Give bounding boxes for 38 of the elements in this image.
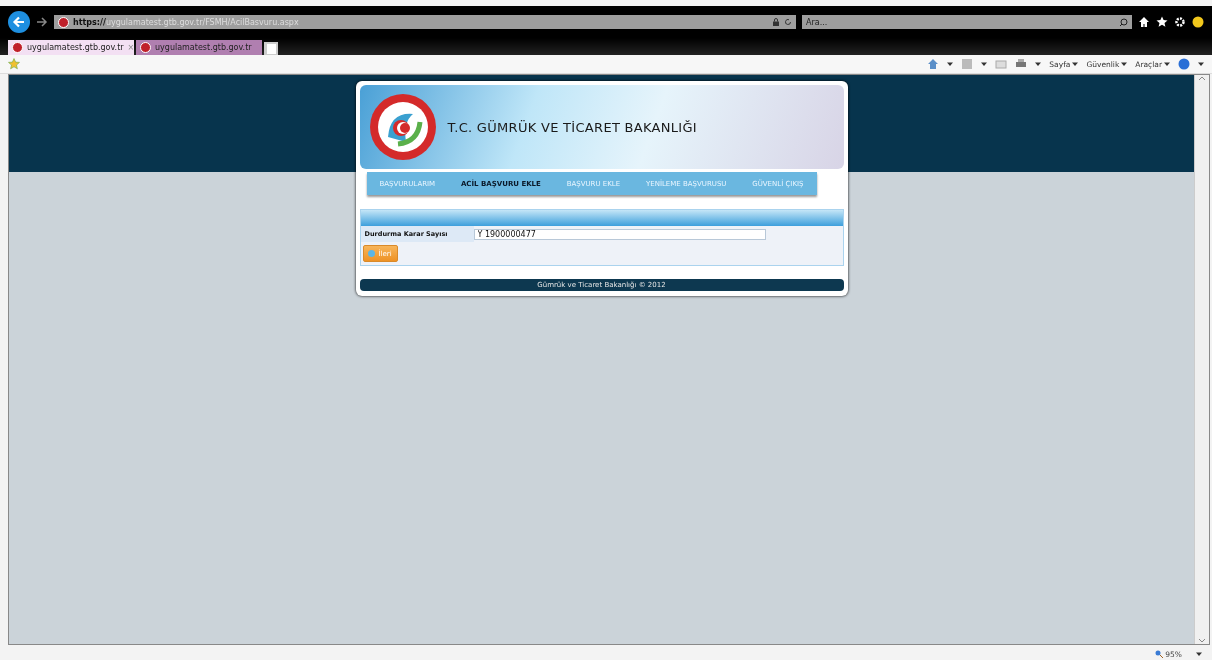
settings-icon[interactable] [1174,16,1186,28]
browser-tab[interactable]: uygulamatest.gtb.gov.tr × [8,40,134,55]
browser-tab[interactable]: uygulamatest.gtb.gov.tr [136,40,262,55]
dropdown-caret-icon [1035,61,1042,67]
help-icon[interactable] [1178,58,1190,70]
scroll-up-icon[interactable] [1198,75,1206,83]
input-field[interactable]: Y 1900000477 [473,228,766,240]
home-icon[interactable] [1138,16,1150,28]
address-bar[interactable]: https://uygulamatest.gtb.gov.tr/FSMH/AcilBasvuru.aspx [54,15,796,29]
dropdown-caret-icon [1072,61,1079,67]
favicon-icon [140,42,151,53]
dropdown-caret-icon [1164,61,1170,67]
dropdown-caret-icon [947,61,954,67]
magnifier-icon [1155,650,1164,658]
dropdown-caret-icon [981,61,988,67]
bullet-icon [367,250,375,257]
scroll-down-icon[interactable] [1198,636,1206,644]
favorites-star-icon[interactable] [8,58,20,70]
back-button[interactable] [8,11,30,33]
forward-icon[interactable] [36,16,48,28]
search-input[interactable]: Ara... [806,17,1119,27]
search-icon[interactable] [1119,17,1128,27]
url-text: https://uygulamatest.gtb.gov.tr/FSMH/AcilBasvuru.aspx [73,17,299,27]
dropdown-caret-icon [1198,61,1204,67]
refresh-icon[interactable] [784,18,792,26]
back-arrow-icon [12,15,26,29]
dropdown-caret-icon [1121,61,1128,67]
print-icon[interactable] [1015,58,1028,70]
favicon-icon [58,16,69,28]
favicon-icon [12,42,23,53]
scrollbar[interactable] [1194,75,1209,644]
star-icon[interactable] [1156,16,1168,28]
smiley-icon[interactable] [1192,16,1204,28]
lock-icon [772,18,780,26]
dropdown-caret-icon [1196,651,1202,657]
ministry-seal-icon [367,92,438,162]
site-title: T.C. GÜMRÜK VE TİCARET BAKANLIĞI [447,119,697,135]
search-field[interactable]: Ara... [802,15,1132,29]
